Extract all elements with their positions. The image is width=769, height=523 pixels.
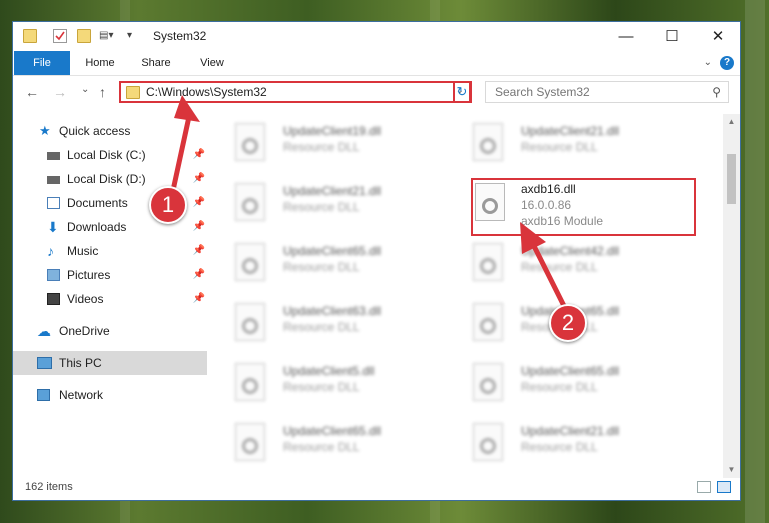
dll-file-icon — [235, 303, 265, 341]
details-view-icon[interactable] — [697, 481, 711, 493]
close-button[interactable]: ✕ — [695, 22, 741, 51]
dll-file-icon — [473, 123, 503, 161]
list-item[interactable]: UpdateClient21.dll Resource DLL — [469, 119, 689, 167]
properties-icon[interactable] — [53, 29, 67, 43]
new-folder-icon[interactable] — [77, 29, 91, 43]
documents-icon — [47, 197, 60, 209]
dll-file-icon — [235, 423, 265, 461]
search-input[interactable] — [493, 84, 697, 100]
tab-share[interactable]: Share — [131, 51, 181, 75]
customize-toolbar-icon[interactable]: ▤▾ — [99, 29, 113, 43]
cloud-icon: ☁ — [37, 323, 51, 339]
download-icon: ⬇ — [47, 219, 59, 235]
expand-ribbon-icon[interactable]: ⌄ — [704, 57, 712, 68]
music-icon: ♪ — [47, 243, 54, 259]
scroll-up-icon[interactable]: ▲ — [723, 114, 740, 130]
file-list: UpdateClient19.dll Resource DLL UpdateCl… — [209, 114, 723, 474]
dll-file-icon — [235, 243, 265, 281]
list-item[interactable]: UpdateClient21.dll Resource DLL — [469, 419, 689, 467]
tab-home[interactable]: Home — [75, 51, 125, 75]
computer-icon — [37, 357, 52, 369]
pin-icon[interactable]: 📌 — [193, 143, 205, 167]
dll-file-icon — [473, 423, 503, 461]
up-icon[interactable]: ↑ — [99, 84, 106, 100]
list-item[interactable]: UpdateClient65.dll Resource DLL — [231, 239, 451, 287]
item-count: 162 items — [25, 481, 73, 493]
pin-icon[interactable]: 📌 — [193, 239, 205, 263]
ribbon-tabs: File Home Share View ⌄ ? — [13, 51, 740, 76]
dll-file-icon — [235, 123, 265, 161]
step-2-badge: 2 — [549, 304, 587, 342]
maximize-button[interactable]: ☐ — [649, 22, 695, 51]
search-box[interactable]: ⚲ — [485, 81, 729, 103]
sidebar-item-local-disk-c[interactable]: Local Disk (C:) 📌 — [13, 143, 207, 167]
refresh-icon[interactable]: ↻ — [453, 81, 471, 103]
title-bar: ▤▾ ▾ System32 — ☐ ✕ — [13, 22, 740, 51]
list-item[interactable]: UpdateClient65.dll Resource DLL — [469, 359, 689, 407]
sidebar-item-quick-access[interactable]: ★ Quick access — [13, 119, 207, 143]
drive-icon — [47, 176, 60, 184]
network-icon — [37, 389, 50, 401]
list-item[interactable]: UpdateClient5.dll Resource DLL — [231, 359, 451, 407]
tab-file[interactable]: File — [14, 51, 70, 75]
drive-icon — [47, 152, 60, 160]
sidebar-item-this-pc[interactable]: This PC — [13, 351, 207, 375]
star-icon: ★ — [39, 123, 51, 138]
back-icon[interactable]: ← — [25, 84, 39, 100]
tab-view[interactable]: View — [187, 51, 237, 75]
sidebar-item-pictures[interactable]: Pictures 📌 — [13, 263, 207, 287]
address-path[interactable]: C:\Windows\System32 — [146, 85, 267, 99]
pin-icon[interactable]: 📌 — [193, 191, 205, 215]
videos-icon — [47, 293, 60, 305]
dll-file-icon — [235, 183, 265, 221]
tiles-view-icon[interactable] — [717, 481, 731, 493]
highlight-box — [471, 178, 696, 236]
address-bar[interactable]: C:\Windows\System32 ⌄ — [119, 81, 472, 103]
explorer-window: ▤▾ ▾ System32 — ☐ ✕ File Home Share View… — [12, 21, 741, 501]
scroll-thumb[interactable] — [727, 154, 736, 204]
dll-file-icon — [473, 363, 503, 401]
pin-icon[interactable]: 📌 — [193, 215, 205, 239]
help-icon[interactable]: ? — [720, 56, 734, 70]
sidebar-item-music[interactable]: ♪ Music 📌 — [13, 239, 207, 263]
sidebar-item-local-disk-d[interactable]: Local Disk (D:) 📌 — [13, 167, 207, 191]
folder-icon — [23, 29, 37, 43]
pin-icon[interactable]: 📌 — [193, 263, 205, 287]
pin-icon[interactable]: 📌 — [193, 287, 205, 311]
navigation-bar: ← → ⌄ ↑ C:\Windows\System32 ⌄ ↻ ⚲ — [13, 76, 740, 110]
status-bar: 162 items — [13, 476, 740, 500]
list-item[interactable]: UpdateClient42.dll Resource DLL — [469, 239, 689, 287]
window-title: System32 — [153, 29, 207, 43]
forward-icon[interactable]: → — [53, 84, 67, 100]
recent-locations-icon[interactable]: ⌄ — [81, 84, 89, 95]
quick-access-dropdown-icon[interactable]: ▾ — [127, 29, 141, 43]
sidebar-item-onedrive[interactable]: ☁ OneDrive — [13, 319, 207, 343]
pin-icon[interactable]: 📌 — [193, 167, 205, 191]
sidebar-item-videos[interactable]: Videos 📌 — [13, 287, 207, 311]
dll-file-icon — [473, 303, 503, 341]
search-icon[interactable]: ⚲ — [712, 85, 721, 99]
dll-file-icon — [235, 363, 265, 401]
dll-file-icon — [473, 243, 503, 281]
navigation-pane: ★ Quick access Local Disk (C:) 📌 Local D… — [13, 114, 207, 474]
pictures-icon — [47, 269, 60, 281]
minimize-button[interactable]: — — [603, 22, 649, 51]
sidebar-item-network[interactable]: Network — [13, 383, 207, 407]
vertical-scrollbar[interactable]: ▲ ▼ — [723, 114, 740, 478]
folder-icon — [126, 86, 140, 99]
list-item[interactable]: UpdateClient21.dll Resource DLL — [231, 179, 451, 227]
list-item[interactable]: UpdateClient19.dll Resource DLL — [231, 119, 451, 167]
list-item[interactable]: UpdateClient63.dll Resource DLL — [231, 299, 451, 347]
list-item[interactable]: UpdateClient65.dll Resource DLL — [231, 419, 451, 467]
step-1-badge: 1 — [149, 186, 187, 224]
